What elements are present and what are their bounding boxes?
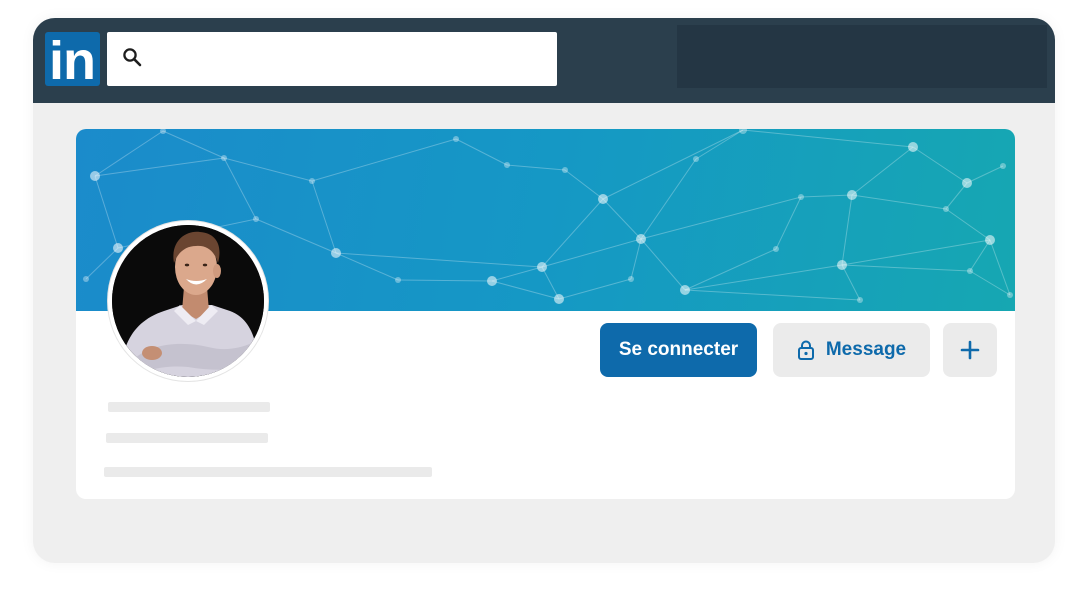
network-line (684, 289, 861, 301)
network-line (397, 279, 493, 282)
network-line (94, 157, 225, 177)
message-button[interactable]: Message (773, 323, 930, 377)
network-node (395, 277, 401, 283)
network-line (558, 278, 632, 300)
profile-card: Se connecter Message (76, 129, 1015, 499)
network-line (684, 248, 777, 291)
network-line (94, 130, 164, 177)
network-line (841, 264, 861, 301)
network-node (1007, 292, 1013, 298)
network-node (908, 142, 918, 152)
network-line (223, 157, 313, 182)
network-node (857, 297, 863, 303)
network-line (945, 182, 968, 210)
network-line (541, 238, 642, 268)
network-line (989, 239, 1011, 296)
network-line (541, 198, 604, 268)
network-line (945, 208, 991, 241)
network-line (775, 196, 802, 250)
connect-button[interactable]: Se connecter (600, 323, 757, 377)
search-input[interactable] (153, 32, 553, 88)
search-icon (122, 47, 144, 69)
headline-placeholder-line (106, 433, 268, 443)
message-button-label: Message (825, 339, 907, 360)
network-line (695, 129, 744, 160)
network-node (693, 156, 699, 162)
network-line (94, 175, 119, 249)
network-node (739, 129, 747, 134)
network-line (506, 164, 566, 171)
network-node (562, 167, 568, 173)
network-line (311, 138, 457, 182)
network-node (798, 194, 804, 200)
network-node (943, 206, 949, 212)
network-node (453, 136, 459, 142)
nav-menu-area (677, 25, 1047, 88)
network-node (985, 235, 995, 245)
network-node (221, 155, 227, 161)
network-line (851, 194, 947, 210)
network-node (1000, 163, 1006, 169)
network-node (331, 248, 341, 258)
network-line (640, 238, 686, 291)
network-node (773, 246, 779, 252)
network-node (847, 190, 857, 200)
network-line (630, 238, 642, 280)
network-line (841, 194, 853, 266)
network-line (311, 180, 337, 254)
network-node (598, 194, 608, 204)
network-line (841, 264, 971, 272)
network-node (113, 243, 123, 253)
linkedin-logo[interactable]: in (45, 32, 100, 86)
network-line (969, 239, 991, 272)
network-line (851, 146, 914, 196)
network-line (912, 146, 968, 184)
network-line (491, 280, 560, 300)
network-node (504, 162, 510, 168)
network-node (537, 262, 547, 272)
network-node (628, 276, 634, 282)
network-node (554, 294, 564, 304)
network-node (967, 268, 973, 274)
more-actions-button[interactable] (943, 323, 997, 377)
network-line (800, 194, 853, 198)
network-line (335, 252, 543, 268)
network-line (455, 138, 508, 166)
details-placeholder-line (104, 467, 432, 477)
profile-photo-image (112, 225, 264, 377)
network-line (969, 270, 1011, 296)
network-line (223, 157, 257, 220)
network-node (837, 260, 847, 270)
network-node (309, 178, 315, 184)
network-line (491, 266, 543, 282)
app-window: in Se connecter Message (33, 18, 1055, 563)
logo-text: in (49, 32, 96, 86)
network-node (83, 276, 89, 282)
network-line (966, 165, 1004, 184)
network-line (602, 129, 744, 200)
network-node (90, 171, 100, 181)
network-line (162, 130, 225, 159)
network-line (841, 239, 991, 266)
network-line (564, 169, 604, 200)
network-line (602, 198, 642, 240)
network-node (253, 216, 259, 222)
network-node (680, 285, 690, 295)
network-node (487, 276, 497, 286)
network-line (684, 264, 843, 291)
network-line (541, 266, 560, 300)
top-navigation-bar: in (33, 18, 1055, 103)
plus-icon (960, 340, 980, 360)
name-placeholder-line (108, 402, 270, 412)
network-node (160, 129, 166, 134)
profile-photo[interactable] (108, 221, 268, 381)
network-node (962, 178, 972, 188)
network-line (742, 129, 914, 148)
lock-icon (797, 340, 815, 360)
search-bar[interactable] (107, 32, 557, 88)
network-line (255, 218, 337, 254)
network-node (636, 234, 646, 244)
